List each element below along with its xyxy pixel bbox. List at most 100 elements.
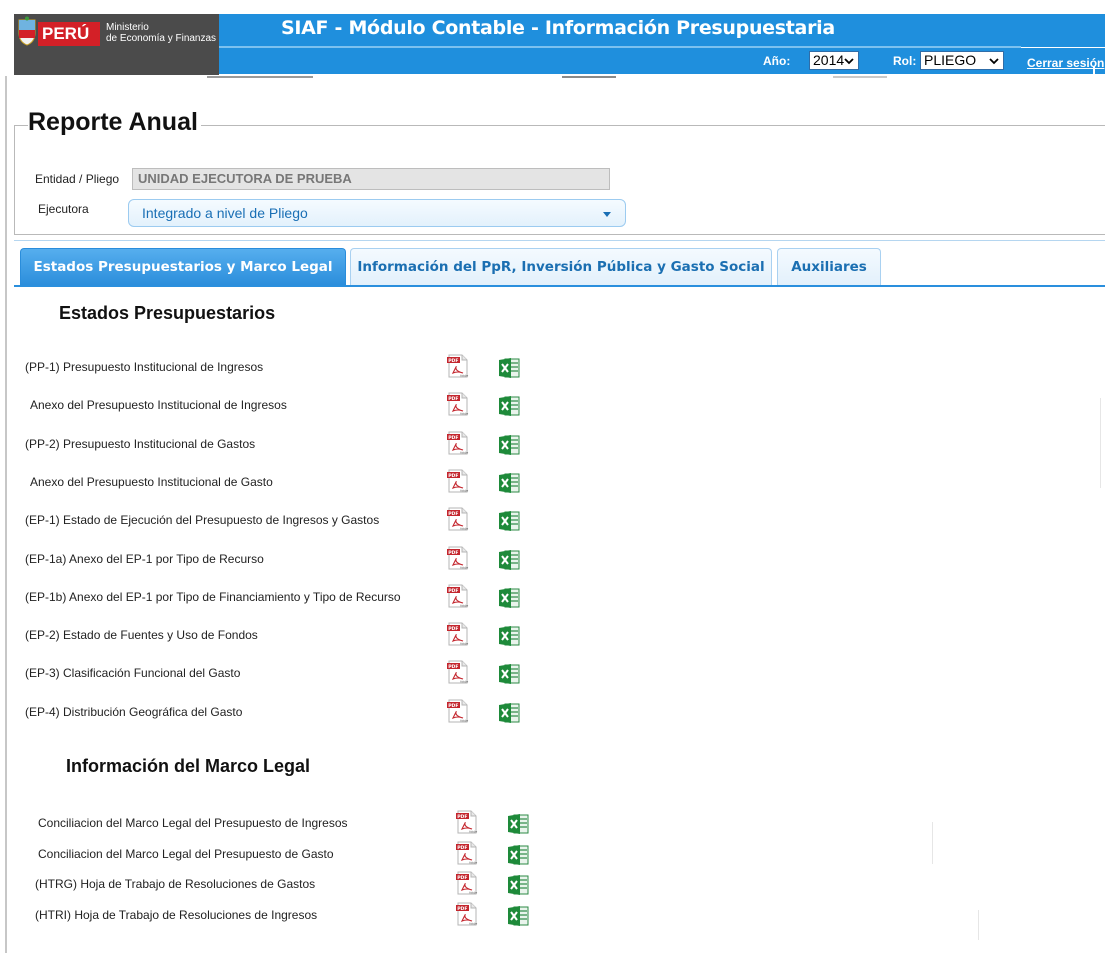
logo-ministry-line1: Ministerio — [106, 22, 149, 33]
report-row: (EP-1a) Anexo del EP-1 por Tipo de Recur… — [0, 546, 600, 570]
excel-icon[interactable] — [498, 587, 520, 609]
svg-text:Adobe: Adobe — [460, 374, 469, 378]
excel-icon[interactable] — [498, 434, 520, 456]
year-select[interactable]: 2014 — [809, 51, 859, 70]
tab-baseline — [14, 285, 1105, 287]
excel-icon[interactable] — [498, 549, 520, 571]
pdf-icon[interactable]: PDF Adobe — [446, 622, 470, 646]
svg-text:Adobe: Adobe — [460, 680, 469, 684]
peru-coat-of-arms-icon — [18, 16, 36, 46]
excel-icon[interactable] — [498, 702, 520, 724]
report-row: Conciliacion del Marco Legal del Presupu… — [0, 810, 600, 834]
logo-ministry-line2: de Economía y Finanzas — [106, 33, 217, 44]
report-row: (PP-1) Presupuesto Institucional de Ingr… — [0, 354, 600, 378]
report-label: (EP-3) Clasificación Funcional del Gasto — [25, 666, 241, 681]
role-label: Rol: — [893, 54, 917, 68]
excel-icon[interactable] — [498, 357, 520, 379]
excel-icon[interactable] — [507, 813, 529, 835]
excel-icon[interactable] — [507, 874, 529, 896]
svg-text:PDF: PDF — [457, 814, 467, 820]
page-title: Reporte Anual — [28, 108, 201, 137]
role-select-value: PLIEGO — [924, 52, 977, 68]
report-label: Conciliacion del Marco Legal del Presupu… — [38, 846, 334, 861]
svg-text:PDF: PDF — [448, 703, 458, 709]
svg-text:PDF: PDF — [448, 550, 458, 556]
report-row: (EP-3) Clasificación Funcional del Gasto… — [0, 660, 600, 685]
report-label: (EP-4) Distribución Geográfica del Gasto — [25, 704, 243, 719]
entidad-label: Entidad / Pliego — [35, 172, 120, 186]
report-row: Conciliacion del Marco Legal del Presupu… — [0, 841, 600, 865]
report-row: (HTRG) Hoja de Trabajo de Resoluciones d… — [0, 871, 600, 895]
report-label: (HTRG) Hoja de Trabajo de Resoluciones d… — [35, 877, 316, 891]
svg-text:PDF: PDF — [448, 588, 458, 594]
report-label: (EP-2) Estado de Fuentes y Uso de Fondos — [25, 628, 258, 643]
tab-ppr-inversion-gasto[interactable]: Información del PpR, Inversión Pública y… — [350, 248, 772, 286]
pdf-icon[interactable]: PDF Adobe — [446, 546, 470, 570]
pdf-icon[interactable]: PDF Adobe — [446, 660, 470, 684]
header-divider — [562, 76, 616, 78]
divider — [978, 910, 979, 940]
excel-icon[interactable] — [498, 472, 520, 494]
svg-text:PDF: PDF — [448, 396, 458, 402]
svg-text:Adobe: Adobe — [469, 891, 478, 895]
fieldset-border — [14, 234, 1105, 235]
report-label: (EP-1a) Anexo del EP-1 por Tipo de Recur… — [25, 551, 264, 566]
excel-icon[interactable] — [498, 663, 520, 685]
role-select[interactable]: PLIEGO — [920, 51, 1004, 70]
report-label: (EP-1) Estado de Ejecución del Presupues… — [25, 513, 380, 528]
excel-icon[interactable] — [507, 844, 529, 866]
pdf-icon[interactable]: PDF Adobe — [455, 841, 479, 865]
pdf-icon[interactable]: PDF Adobe — [446, 507, 470, 531]
header-divider — [207, 76, 313, 78]
ejecutora-select[interactable]: Integrado a nivel de Pliego — [128, 199, 626, 227]
pdf-icon[interactable]: PDF Adobe — [446, 699, 470, 723]
report-label: (PP-1) Presupuesto Institucional de Ingr… — [25, 360, 264, 374]
header-divider — [833, 76, 887, 78]
excel-icon[interactable] — [498, 395, 520, 417]
svg-text:PDF: PDF — [448, 358, 458, 364]
svg-text:Adobe: Adobe — [460, 450, 469, 454]
year-label: Año: — [763, 54, 791, 68]
excel-icon[interactable] — [507, 905, 529, 927]
pdf-icon[interactable]: PDF Adobe — [446, 469, 470, 493]
svg-text:Adobe: Adobe — [460, 565, 469, 569]
tab-estados-marco-legal[interactable]: Estados Presupuestarios y Marco Legal — [20, 248, 346, 286]
svg-text:Adobe: Adobe — [460, 527, 469, 531]
tab-auxiliares[interactable]: Auxiliares — [777, 248, 881, 286]
pdf-icon[interactable]: PDF Adobe — [455, 871, 479, 895]
excel-icon[interactable] — [498, 510, 520, 532]
svg-text:PDF: PDF — [448, 664, 458, 670]
report-label: (EP-1b) Anexo del EP-1 por Tipo de Finan… — [25, 589, 401, 604]
pdf-icon[interactable]: PDF Adobe — [455, 902, 479, 926]
report-label: Anexo del Presupuesto Institucional de I… — [30, 398, 287, 413]
chevron-down-icon — [989, 58, 999, 65]
report-row: Anexo del Presupuesto Institucional de I… — [0, 392, 600, 417]
divider — [932, 822, 933, 864]
excel-icon[interactable] — [498, 625, 520, 647]
logo-ministry: Ministerio de Economía y Finanzas — [106, 22, 216, 44]
svg-text:Adobe: Adobe — [460, 642, 469, 646]
mef-logo: PERÚ Ministerio de Economía y Finanzas — [14, 14, 219, 75]
pdf-icon[interactable]: PDF Adobe — [446, 354, 470, 378]
bar-separator — [1093, 66, 1095, 74]
divider — [1100, 398, 1101, 488]
pdf-icon[interactable]: PDF Adobe — [446, 431, 470, 455]
svg-text:Adobe: Adobe — [460, 412, 469, 416]
pdf-icon[interactable]: PDF Adobe — [446, 392, 470, 416]
section-title-estados: Estados Presupuestarios — [59, 303, 276, 323]
pdf-icon[interactable]: PDF Adobe — [446, 584, 470, 608]
app-header: PERÚ Ministerio de Economía y Finanzas S… — [0, 0, 1105, 78]
svg-text:PDF: PDF — [457, 906, 467, 912]
report-label: (HTRI) Hoja de Trabajo de Resoluciones d… — [35, 907, 318, 922]
report-row: (EP-2) Estado de Fuentes y Uso de Fondos… — [0, 622, 600, 647]
report-row: (EP-1b) Anexo del EP-1 por Tipo de Finan… — [0, 584, 600, 608]
session-bar: Año: 2014 Rol: PLIEGO Cerrar sesión — [219, 48, 1105, 74]
svg-text:PDF: PDF — [448, 626, 458, 632]
svg-text:PDF: PDF — [457, 875, 467, 881]
title-bar: SIAF - Módulo Contable - Información Pre… — [219, 14, 1105, 47]
report-label: Conciliacion del Marco Legal del Presupu… — [38, 816, 348, 830]
report-label: (PP-2) Presupuesto Institucional de Gast… — [25, 436, 256, 451]
report-row: Anexo del Presupuesto Institucional de G… — [0, 469, 600, 493]
pdf-icon[interactable]: PDF Adobe — [455, 810, 479, 834]
report-row: (HTRI) Hoja de Trabajo de Resoluciones d… — [0, 902, 600, 926]
